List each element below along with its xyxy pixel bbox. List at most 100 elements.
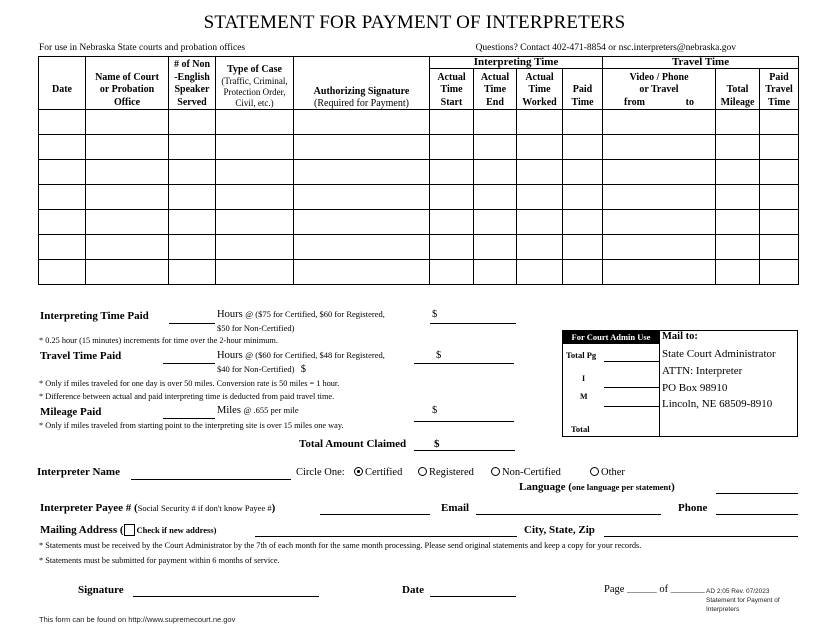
cell-actual-end[interactable] <box>473 159 517 185</box>
cell-actual-start[interactable] <box>429 159 474 185</box>
cell-actual-start[interactable] <box>429 184 474 210</box>
cell-paid-time[interactable] <box>561 109 604 135</box>
cell-speakers[interactable] <box>168 109 216 135</box>
cell-paid-travel[interactable] <box>759 234 800 260</box>
email-field[interactable] <box>476 514 661 515</box>
interp-amount-field[interactable] <box>430 323 516 324</box>
cell-actual-worked[interactable] <box>516 259 563 285</box>
cell-case-type[interactable] <box>215 134 294 160</box>
i-field[interactable] <box>604 387 659 388</box>
option-other[interactable]: Other <box>590 467 625 478</box>
cell-paid-time[interactable] <box>561 159 604 185</box>
interp-hours-field[interactable] <box>169 323 215 324</box>
cell-paid-time[interactable] <box>561 134 604 160</box>
interpreter-name-field[interactable] <box>131 479 291 480</box>
cell-actual-worked[interactable] <box>516 159 563 185</box>
cell-speakers[interactable] <box>168 234 216 260</box>
cell-total-mileage[interactable] <box>715 109 761 135</box>
cell-actual-start[interactable] <box>429 259 474 285</box>
cell-case-type[interactable] <box>215 109 294 135</box>
cell-actual-end[interactable] <box>473 234 517 260</box>
option-certified[interactable]: Certified <box>354 467 402 478</box>
cell-total-mileage[interactable] <box>715 234 761 260</box>
cell-date[interactable] <box>38 159 86 185</box>
cell-auth-signature[interactable] <box>293 209 430 235</box>
cell-actual-end[interactable] <box>473 209 517 235</box>
cell-speakers[interactable] <box>168 259 216 285</box>
m-field[interactable] <box>604 406 659 407</box>
cell-court[interactable] <box>85 134 169 160</box>
cell-actual-start[interactable] <box>429 134 474 160</box>
cell-paid-time[interactable] <box>561 259 604 285</box>
phone-field[interactable] <box>716 514 798 515</box>
radio-registered[interactable] <box>418 467 427 476</box>
cell-auth-signature[interactable] <box>293 259 430 285</box>
cell-date[interactable] <box>38 184 86 210</box>
cell-total-mileage[interactable] <box>715 259 761 285</box>
cell-auth-signature[interactable] <box>293 134 430 160</box>
cell-speakers[interactable] <box>168 159 216 185</box>
page-total-field[interactable]: ________ <box>671 584 705 594</box>
cell-actual-end[interactable] <box>473 134 517 160</box>
radio-non-certified[interactable] <box>491 467 500 476</box>
mileage-amount-field[interactable] <box>414 421 514 422</box>
cell-date[interactable] <box>38 209 86 235</box>
cell-date[interactable] <box>38 109 86 135</box>
cell-speakers[interactable] <box>168 184 216 210</box>
cell-actual-worked[interactable] <box>516 134 563 160</box>
cell-case-type[interactable] <box>215 234 294 260</box>
cell-actual-end[interactable] <box>473 184 517 210</box>
radio-other[interactable] <box>590 467 599 476</box>
new-address-checkbox[interactable] <box>123 524 135 536</box>
option-non-certified[interactable]: Non-Certified <box>491 467 561 478</box>
cell-auth-signature[interactable] <box>293 159 430 185</box>
total-pg-field[interactable] <box>604 361 659 362</box>
travel-hours-field[interactable] <box>163 363 215 364</box>
cell-actual-worked[interactable] <box>516 109 563 135</box>
cell-case-type[interactable] <box>215 184 294 210</box>
city-state-zip-field[interactable] <box>604 536 798 537</box>
cell-actual-end[interactable] <box>473 109 517 135</box>
travel-amount-field[interactable] <box>414 363 514 364</box>
page-number-field[interactable]: _______ <box>627 584 657 594</box>
option-registered[interactable]: Registered <box>418 467 474 478</box>
cell-paid-travel[interactable] <box>759 209 800 235</box>
mileage-miles-field[interactable] <box>163 418 215 419</box>
cell-video-travel[interactable] <box>602 159 717 185</box>
cell-paid-travel[interactable] <box>759 109 800 135</box>
signature-field[interactable] <box>133 596 319 597</box>
cell-paid-time[interactable] <box>561 184 604 210</box>
cell-actual-worked[interactable] <box>516 209 563 235</box>
cell-actual-start[interactable] <box>429 234 474 260</box>
total-amount-field[interactable] <box>414 450 515 451</box>
radio-certified[interactable] <box>354 467 363 476</box>
cell-case-type[interactable] <box>215 259 294 285</box>
mailing-address-field[interactable] <box>255 536 517 537</box>
cell-paid-travel[interactable] <box>759 134 800 160</box>
cell-paid-travel[interactable] <box>759 184 800 210</box>
cell-court[interactable] <box>85 109 169 135</box>
cell-total-mileage[interactable] <box>715 209 761 235</box>
cell-court[interactable] <box>85 234 169 260</box>
cell-actual-start[interactable] <box>429 109 474 135</box>
cell-actual-worked[interactable] <box>516 184 563 210</box>
cell-total-mileage[interactable] <box>715 184 761 210</box>
cell-actual-worked[interactable] <box>516 234 563 260</box>
cell-video-travel[interactable] <box>602 109 717 135</box>
payee-field[interactable] <box>320 514 430 515</box>
cell-video-travel[interactable] <box>602 184 717 210</box>
cell-speakers[interactable] <box>168 134 216 160</box>
cell-date[interactable] <box>38 259 86 285</box>
cell-case-type[interactable] <box>215 209 294 235</box>
cell-paid-travel[interactable] <box>759 259 800 285</box>
cell-auth-signature[interactable] <box>293 234 430 260</box>
cell-video-travel[interactable] <box>602 234 717 260</box>
cell-paid-time[interactable] <box>561 234 604 260</box>
cell-video-travel[interactable] <box>602 134 717 160</box>
cell-auth-signature[interactable] <box>293 184 430 210</box>
cell-date[interactable] <box>38 234 86 260</box>
date-field[interactable] <box>430 596 516 597</box>
cell-total-mileage[interactable] <box>715 159 761 185</box>
cell-auth-signature[interactable] <box>293 109 430 135</box>
cell-court[interactable] <box>85 159 169 185</box>
